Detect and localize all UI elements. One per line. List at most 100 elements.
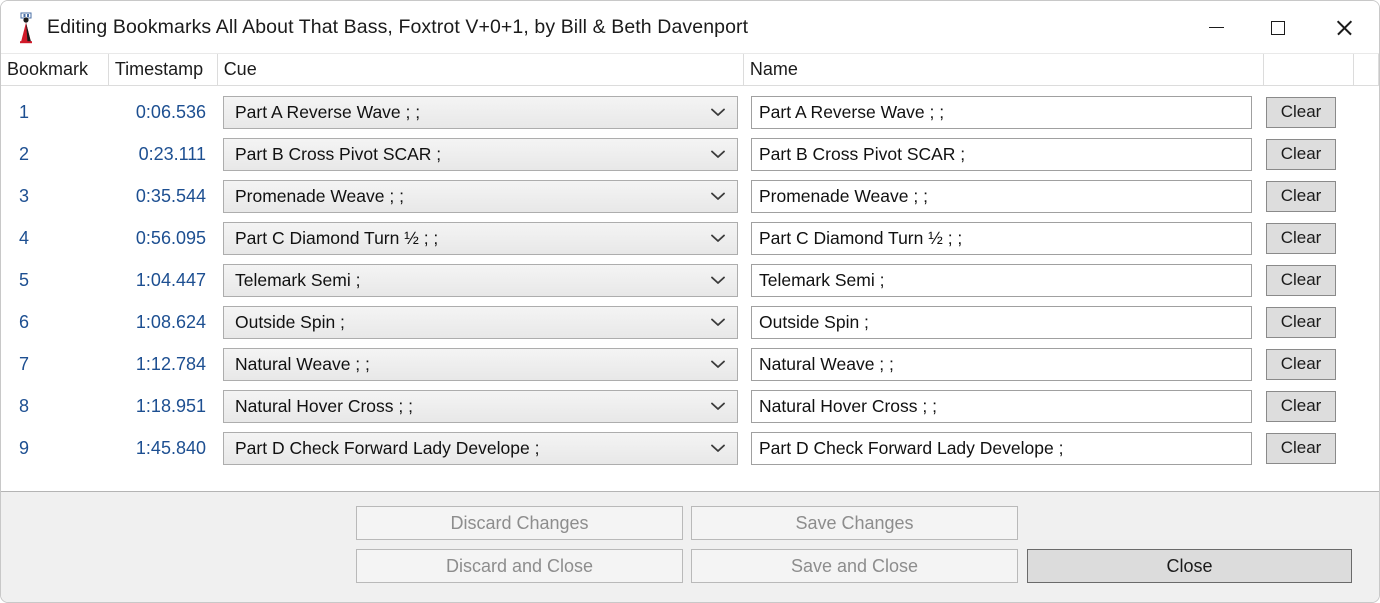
bookmark-rows: 1 0:06.536 Part A Reverse Wave ; ; Part A R… xyxy=(1,86,1379,492)
cue-cell: Natural Hover Cross ; ; xyxy=(218,389,745,423)
cue-dropdown[interactable]: Telemark Semi ; xyxy=(223,263,738,297)
bookmark-timestamp: 1:45.840 xyxy=(135,437,206,458)
bookmark-number: 2 xyxy=(19,143,30,164)
clear-button[interactable]: Clear xyxy=(1266,390,1336,422)
bookmark-timestamp: 1:18.951 xyxy=(135,395,206,416)
bookmark-number: 3 xyxy=(19,185,30,206)
close-icon xyxy=(1336,19,1353,36)
bookmark-timestamp: 1:08.624 xyxy=(135,311,206,332)
name-input[interactable]: Part D Check Forward Lady Develope ; xyxy=(751,431,1252,465)
cue-dropdown[interactable]: Outside Spin ; xyxy=(223,305,738,339)
name-input-value: Part C Diamond Turn ½ ; ; xyxy=(759,227,963,248)
bookmark-timestamp: 1:04.447 xyxy=(135,269,206,290)
name-input-value: Natural Weave ; ; xyxy=(759,353,894,374)
name-input[interactable]: Natural Weave ; ; xyxy=(751,347,1252,381)
name-input[interactable]: Outside Spin ; xyxy=(751,305,1252,339)
column-header-end xyxy=(1354,54,1379,85)
close-window-button[interactable] xyxy=(1309,1,1379,54)
bookmark-number: 5 xyxy=(19,269,30,290)
cue-cell: Part D Check Forward Lady Develope ; xyxy=(218,431,745,465)
cue-dropdown[interactable]: Natural Hover Cross ; ; xyxy=(223,389,738,423)
cue-dropdown[interactable]: Part B Cross Pivot SCAR ; xyxy=(223,137,738,171)
name-cell: Part C Diamond Turn ½ ; ; xyxy=(745,221,1266,255)
cue-dropdown[interactable]: Part C Diamond Turn ½ ; ; xyxy=(223,221,738,255)
minimize-button[interactable] xyxy=(1185,1,1247,54)
name-cell: Natural Weave ; ; xyxy=(745,347,1266,381)
bookmark-timestamp: 1:12.784 xyxy=(135,353,206,374)
column-header-bookmark[interactable]: Bookmark xyxy=(1,54,109,85)
table-row: 2 0:23.111 Part B Cross Pivot SCAR ; Part B… xyxy=(1,133,1379,175)
cue-dropdown[interactable]: Natural Weave ; ; xyxy=(223,347,738,381)
cue-dropdown-value: Part D Check Forward Lady Develope ; xyxy=(235,437,540,458)
cue-cell: Part C Diamond Turn ½ ; ; xyxy=(218,221,745,255)
name-input[interactable]: Promenade Weave ; ; xyxy=(751,179,1252,213)
window-title: Editing Bookmarks All About That Bass, F… xyxy=(47,15,749,38)
discard-changes-button[interactable]: Discard Changes xyxy=(356,506,683,540)
cue-dropdown-value: Outside Spin ; xyxy=(235,311,345,332)
clear-button[interactable]: Clear xyxy=(1266,432,1336,464)
column-header-cue[interactable]: Cue xyxy=(218,54,744,85)
column-header-name[interactable]: Name xyxy=(744,54,1265,85)
cue-dropdown[interactable]: Part D Check Forward Lady Develope ; xyxy=(223,431,738,465)
clear-button[interactable]: Clear xyxy=(1266,306,1336,338)
clear-cell: Clear xyxy=(1266,348,1356,380)
name-input-value: Promenade Weave ; ; xyxy=(759,185,928,206)
cue-cell: Part A Reverse Wave ; ; xyxy=(218,95,745,129)
clear-button[interactable]: Clear xyxy=(1266,222,1336,254)
name-input-value: Telemark Semi ; xyxy=(759,269,885,290)
cue-dropdown[interactable]: Promenade Weave ; ; xyxy=(223,179,738,213)
close-button[interactable]: Close xyxy=(1027,549,1352,583)
name-input[interactable]: Part A Reverse Wave ; ; xyxy=(751,95,1252,129)
clear-button[interactable]: Clear xyxy=(1266,96,1336,128)
clear-button[interactable]: Clear xyxy=(1266,348,1336,380)
name-cell: Part B Cross Pivot SCAR ; xyxy=(745,137,1266,171)
save-changes-button[interactable]: Save Changes xyxy=(691,506,1018,540)
maximize-icon xyxy=(1271,20,1285,35)
column-header-timestamp[interactable]: Timestamp xyxy=(109,54,218,85)
window-controls xyxy=(1185,1,1379,54)
bookmark-timestamp: 0:56.095 xyxy=(135,227,206,248)
bookmark-timestamp: 0:06.536 xyxy=(135,101,206,122)
table-row: 4 0:56.095 Part C Diamond Turn ½ ; ; Part C… xyxy=(1,217,1379,259)
save-and-close-button[interactable]: Save and Close xyxy=(691,549,1018,583)
table-row: 1 0:06.536 Part A Reverse Wave ; ; Part A R… xyxy=(1,91,1379,133)
cue-dropdown[interactable]: Part A Reverse Wave ; ; xyxy=(223,95,738,129)
title-bar: Editing Bookmarks All About That Bass, F… xyxy=(1,1,1379,54)
discard-and-close-button[interactable]: Discard and Close xyxy=(356,549,683,583)
name-input[interactable]: Telemark Semi ; xyxy=(751,263,1252,297)
column-header-clear[interactable] xyxy=(1264,54,1355,85)
chevron-down-icon xyxy=(711,223,725,254)
clear-button[interactable]: Clear xyxy=(1266,138,1336,170)
chevron-down-icon xyxy=(711,433,725,464)
cue-dropdown-value: Part A Reverse Wave ; ; xyxy=(235,101,421,122)
minimize-icon xyxy=(1208,26,1224,29)
table-row: 8 1:18.951 Natural Hover Cross ; ; Natural … xyxy=(1,385,1379,427)
name-cell: Outside Spin ; xyxy=(745,305,1266,339)
bookmark-number: 1 xyxy=(19,101,30,122)
cue-dropdown-value: Telemark Semi ; xyxy=(235,269,361,290)
clear-cell: Clear xyxy=(1266,264,1356,296)
maximize-button[interactable] xyxy=(1247,1,1309,54)
bookmark-number: 9 xyxy=(19,437,30,458)
chevron-down-icon xyxy=(711,265,725,296)
name-input[interactable]: Natural Hover Cross ; ; xyxy=(751,389,1252,423)
cue-dropdown-value: Part B Cross Pivot SCAR ; xyxy=(235,143,442,164)
clear-button[interactable]: Clear xyxy=(1266,264,1336,296)
cue-cell: Promenade Weave ; ; xyxy=(218,179,745,213)
clear-button[interactable]: Clear xyxy=(1266,180,1336,212)
table-row: 9 1:45.840 Part D Check Forward Lady Devel… xyxy=(1,427,1379,469)
bookmark-timestamp: 0:23.111 xyxy=(138,143,206,164)
chevron-down-icon xyxy=(711,139,725,170)
name-input-value: Outside Spin ; xyxy=(759,311,869,332)
table-row: 6 1:08.624 Outside Spin ; Outside Spin ; Cle… xyxy=(1,301,1379,343)
name-input[interactable]: Part C Diamond Turn ½ ; ; xyxy=(751,221,1252,255)
name-cell: Promenade Weave ; ; xyxy=(745,179,1266,213)
clear-cell: Clear xyxy=(1266,432,1356,464)
cue-dropdown-value: Promenade Weave ; ; xyxy=(235,185,404,206)
name-cell: Telemark Semi ; xyxy=(745,263,1266,297)
bookmark-number: 7 xyxy=(19,353,30,374)
name-input[interactable]: Part B Cross Pivot SCAR ; xyxy=(751,137,1252,171)
name-input-value: Part A Reverse Wave ; ; xyxy=(759,101,945,122)
cue-dropdown-value: Natural Weave ; ; xyxy=(235,353,370,374)
clear-cell: Clear xyxy=(1266,138,1356,170)
